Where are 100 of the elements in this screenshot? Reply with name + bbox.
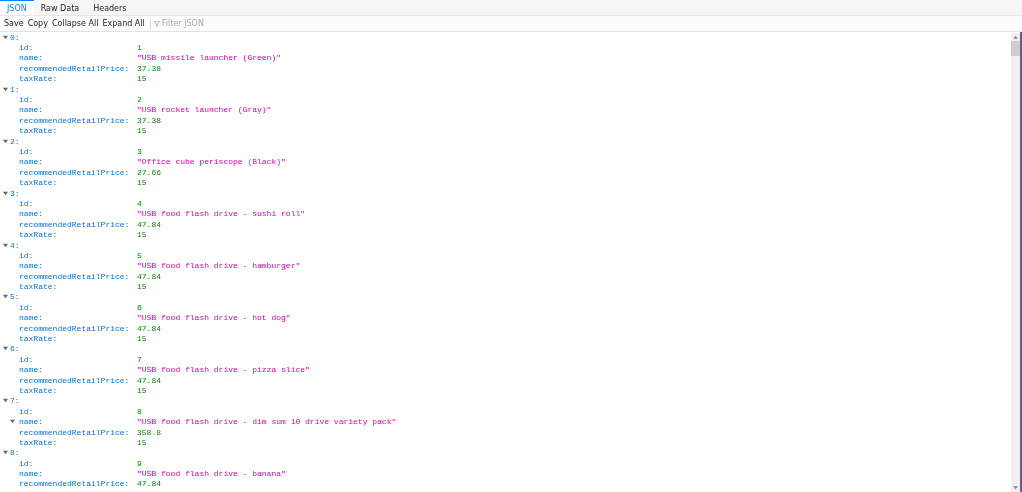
toolbar-button[interactable]: Expand All	[100, 16, 147, 31]
property-value: "USB rocket launcher (Gray)"	[137, 105, 272, 115]
property-key: name:	[19, 469, 137, 479]
property-key: id:	[19, 250, 137, 260]
property-key: name:	[19, 365, 137, 375]
property-key: recommendedRetailPrice:	[19, 167, 137, 177]
property-value: "USB food flash drive - hamburger"	[137, 261, 301, 271]
property-key: recommendedRetailPrice:	[19, 375, 137, 385]
property-key: recommendedRetailPrice:	[19, 323, 137, 333]
property-key: taxRate:	[19, 230, 137, 240]
property-value: 47.84	[137, 375, 161, 385]
toolbar-button[interactable]: Copy	[25, 16, 50, 31]
property-value: 15	[137, 126, 147, 136]
array-index: 8:	[10, 448, 20, 458]
tab[interactable]: JSON	[0, 0, 34, 15]
collapse-arrow-icon[interactable]	[3, 450, 8, 456]
property-value: 15	[137, 74, 147, 84]
array-index: 2:	[10, 136, 20, 146]
property-value: 1	[137, 43, 142, 53]
property-key: name:	[19, 105, 137, 115]
property-value: 15	[137, 282, 147, 292]
collapse-arrow-icon[interactable]	[3, 346, 8, 352]
property-key: id:	[19, 458, 137, 468]
property-value: "USB food flash drive - pizza slice"	[137, 365, 310, 375]
property-value: 9	[137, 458, 142, 468]
property-key: recommendedRetailPrice:	[19, 479, 137, 489]
property-value: 47.84	[137, 479, 161, 489]
collapse-arrow-icon[interactable]	[3, 398, 8, 404]
array-index: 0:	[10, 32, 20, 42]
property-value: "USB missile launcher (Green)"	[137, 53, 282, 63]
collapse-arrow-icon[interactable]	[3, 294, 8, 300]
property-value: 4	[137, 198, 142, 208]
property-value: 37.38	[137, 115, 161, 125]
array-index: 3:	[10, 188, 20, 198]
property-key: name:	[19, 417, 137, 427]
filter-field[interactable]: Filter JSON	[161, 19, 262, 28]
array-index: 4:	[10, 240, 20, 250]
scroll-down-icon[interactable]	[1013, 486, 1018, 490]
property-key: taxRate:	[19, 385, 137, 395]
property-value: 15	[137, 385, 147, 395]
property-key: id:	[19, 95, 137, 105]
property-value: 358.8	[137, 427, 161, 437]
property-value: 15	[137, 334, 147, 343]
property-value: "USB food flash drive - hot dog"	[137, 313, 291, 323]
property-key: name:	[19, 157, 137, 167]
property-key: name:	[19, 53, 137, 63]
scrollbar[interactable]	[1011, 33, 1020, 492]
property-value: 47.84	[137, 219, 161, 229]
property-key: taxRate:	[19, 74, 137, 84]
property-value: 27.66	[137, 167, 161, 177]
property-value: 15	[137, 178, 147, 188]
property-value: "USB food flash drive - sushi roll"	[137, 209, 306, 219]
property-value: "Office cube periscope (Black)"	[137, 157, 286, 167]
collapse-arrow-icon[interactable]	[3, 138, 8, 144]
property-value: 15	[137, 437, 147, 447]
tab[interactable]: Raw Data	[33, 0, 87, 15]
property-key: recommendedRetailPrice:	[19, 427, 137, 437]
property-key: name:	[19, 209, 137, 219]
property-key: recommendedRetailPrice:	[19, 271, 137, 281]
property-key: name:	[19, 313, 137, 323]
property-value: 15	[137, 230, 147, 240]
collapse-arrow-icon[interactable]	[10, 419, 15, 425]
tab[interactable]: Headers	[86, 0, 134, 15]
property-value: 8	[137, 406, 142, 416]
property-key: taxRate:	[19, 334, 137, 343]
property-value: "USB food flash drive - dim sum 10 drive variety pack"	[137, 417, 397, 427]
property-key: id:	[19, 302, 137, 312]
property-key: name:	[19, 261, 137, 271]
property-value: 5	[137, 250, 142, 260]
toolbar-button[interactable]: Save	[2, 16, 26, 31]
property-value: 2	[137, 95, 142, 105]
property-key: taxRate:	[19, 282, 137, 292]
property-value: 37.38	[137, 63, 161, 73]
array-index: 6:	[10, 344, 20, 354]
property-key: taxRate:	[19, 126, 137, 136]
property-value: "USB food flash drive - banana"	[137, 469, 286, 479]
array-index: 7:	[10, 396, 20, 406]
property-value: 47.84	[137, 323, 161, 333]
array-index: 5:	[10, 292, 20, 302]
property-key: taxRate:	[19, 437, 137, 447]
collapse-arrow-icon[interactable]	[3, 86, 8, 92]
toolbar-button[interactable]: Collapse All	[49, 16, 101, 31]
property-key: recommendedRetailPrice:	[19, 115, 137, 125]
property-value: 47.84	[137, 271, 161, 281]
property-key: taxRate:	[19, 178, 137, 188]
scrollbar-thumb[interactable]	[1011, 41, 1020, 56]
property-key: id:	[19, 147, 137, 156]
property-key: id:	[19, 406, 137, 416]
property-key: id:	[19, 354, 137, 364]
filter-icon	[153, 20, 160, 27]
array-index: 1:	[10, 84, 20, 94]
property-key: id:	[19, 198, 137, 208]
collapse-arrow-icon[interactable]	[3, 34, 8, 40]
property-value: 7	[137, 354, 142, 364]
property-value: 6	[137, 302, 142, 312]
collapse-arrow-icon[interactable]	[3, 190, 8, 196]
property-key: id:	[19, 43, 137, 53]
property-value: 3	[137, 147, 142, 156]
scroll-up-icon[interactable]	[1013, 35, 1018, 39]
collapse-arrow-icon[interactable]	[3, 242, 8, 248]
